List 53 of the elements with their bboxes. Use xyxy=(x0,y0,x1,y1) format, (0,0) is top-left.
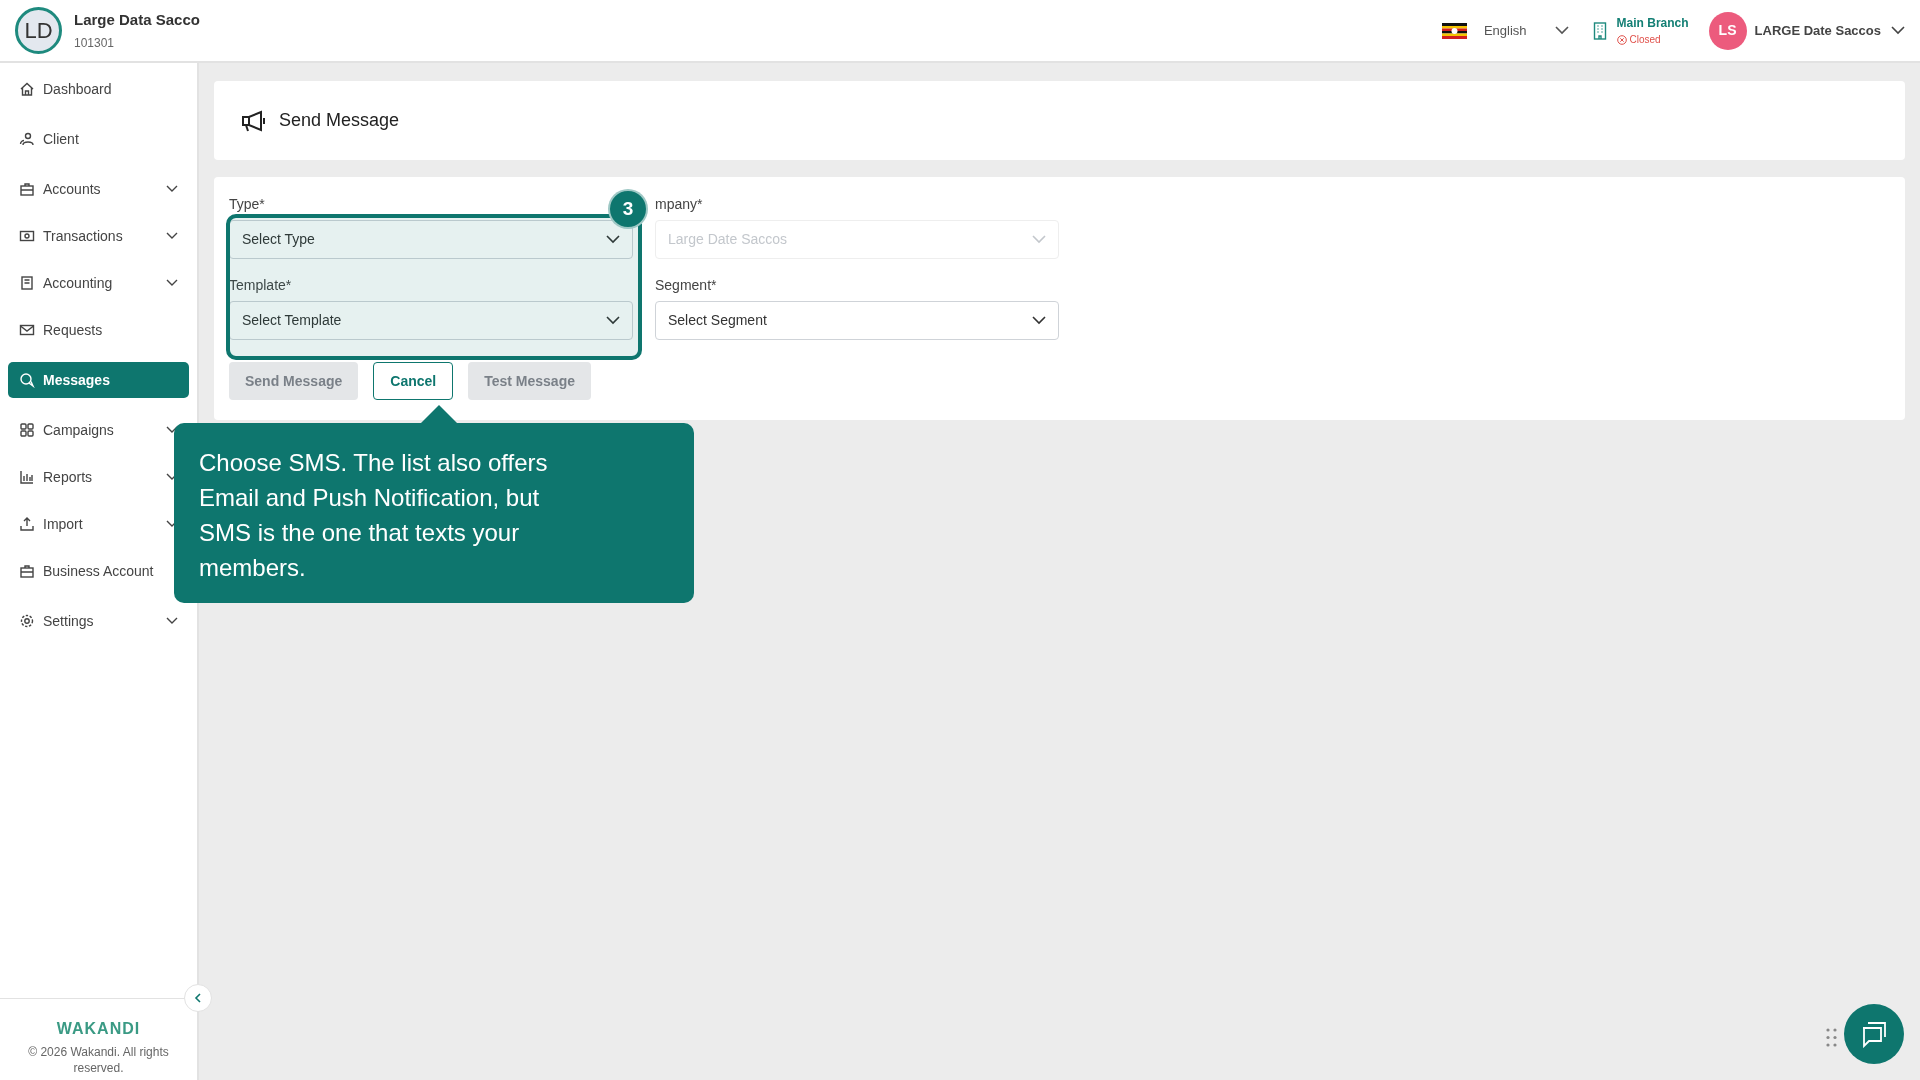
chevron-down-icon xyxy=(1554,26,1569,35)
sidebar-item[interactable]: Accounts xyxy=(8,171,189,207)
briefcase-icon xyxy=(19,563,35,579)
chevron-down-icon xyxy=(606,316,620,325)
org-avatar: LD xyxy=(15,7,62,54)
sidebar-item[interactable]: Requests xyxy=(8,312,189,348)
flag-icon xyxy=(1441,22,1467,39)
book-icon xyxy=(19,275,35,291)
form-button[interactable]: Cancel xyxy=(373,362,454,400)
user-menu[interactable]: LARGE Date Saccos xyxy=(1754,20,1905,41)
sidebar-item[interactable]: Dashboard xyxy=(8,71,189,107)
field-label: Type* xyxy=(229,195,265,214)
language-dropdown[interactable]: English xyxy=(1483,20,1569,41)
field-label: mpany* xyxy=(655,195,703,214)
page-title: Send Message xyxy=(279,109,400,132)
gear-icon xyxy=(19,613,35,629)
drag-handle-icon xyxy=(1826,1028,1838,1047)
bar-chart-icon xyxy=(19,469,35,485)
select-field[interactable]: Select Template xyxy=(229,301,633,340)
building-icon xyxy=(1592,21,1607,40)
upload-icon xyxy=(19,516,35,532)
megaphone-icon xyxy=(241,109,267,132)
home-icon xyxy=(19,81,35,97)
user-avatar: LS xyxy=(1708,11,1747,50)
close-circle-icon xyxy=(1616,34,1627,45)
wakandi-logo: WAKANDI xyxy=(56,1019,141,1039)
field-label: Segment* xyxy=(655,276,717,295)
chevron-left-icon xyxy=(192,992,204,1004)
users-icon xyxy=(19,131,35,147)
org-code: 101301 xyxy=(74,35,116,53)
select-field[interactable]: Select Segment xyxy=(655,301,1059,340)
tooltip-text: Choose SMS. The list also offers Email and Push Notification, but SMS is the one that texts your members. xyxy=(199,448,549,583)
branch-status: Closed xyxy=(1629,33,1661,47)
sidebar-item[interactable]: Business Account xyxy=(8,553,189,589)
grid-icon xyxy=(19,422,35,438)
briefcase-icon xyxy=(19,181,35,197)
org-name: Large Data Sacco xyxy=(74,9,200,30)
cash-icon xyxy=(19,228,35,244)
sidebar-item[interactable]: Accounting xyxy=(8,265,189,301)
sidebar-item[interactable]: Transactions xyxy=(8,218,189,254)
sidebar-item[interactable]: Campaigns xyxy=(8,412,189,448)
sidebar-item[interactable]: Settings xyxy=(8,603,189,639)
chat-button[interactable] xyxy=(1844,1004,1904,1064)
chevron-down-icon xyxy=(1032,235,1046,244)
sidebar-item[interactable]: Client xyxy=(8,121,189,157)
chevron-down-icon xyxy=(1032,316,1046,325)
copyright-text: © 2026 Wakandi. All rights reserved. xyxy=(27,1044,170,1076)
chevron-down-icon xyxy=(1891,26,1905,35)
field-label: Template* xyxy=(229,276,292,295)
chevron-down-icon xyxy=(606,235,620,244)
sidebar-item[interactable]: Messages xyxy=(8,362,189,398)
envelope-icon xyxy=(19,322,35,338)
branch-name: Main Branch xyxy=(1616,15,1689,32)
